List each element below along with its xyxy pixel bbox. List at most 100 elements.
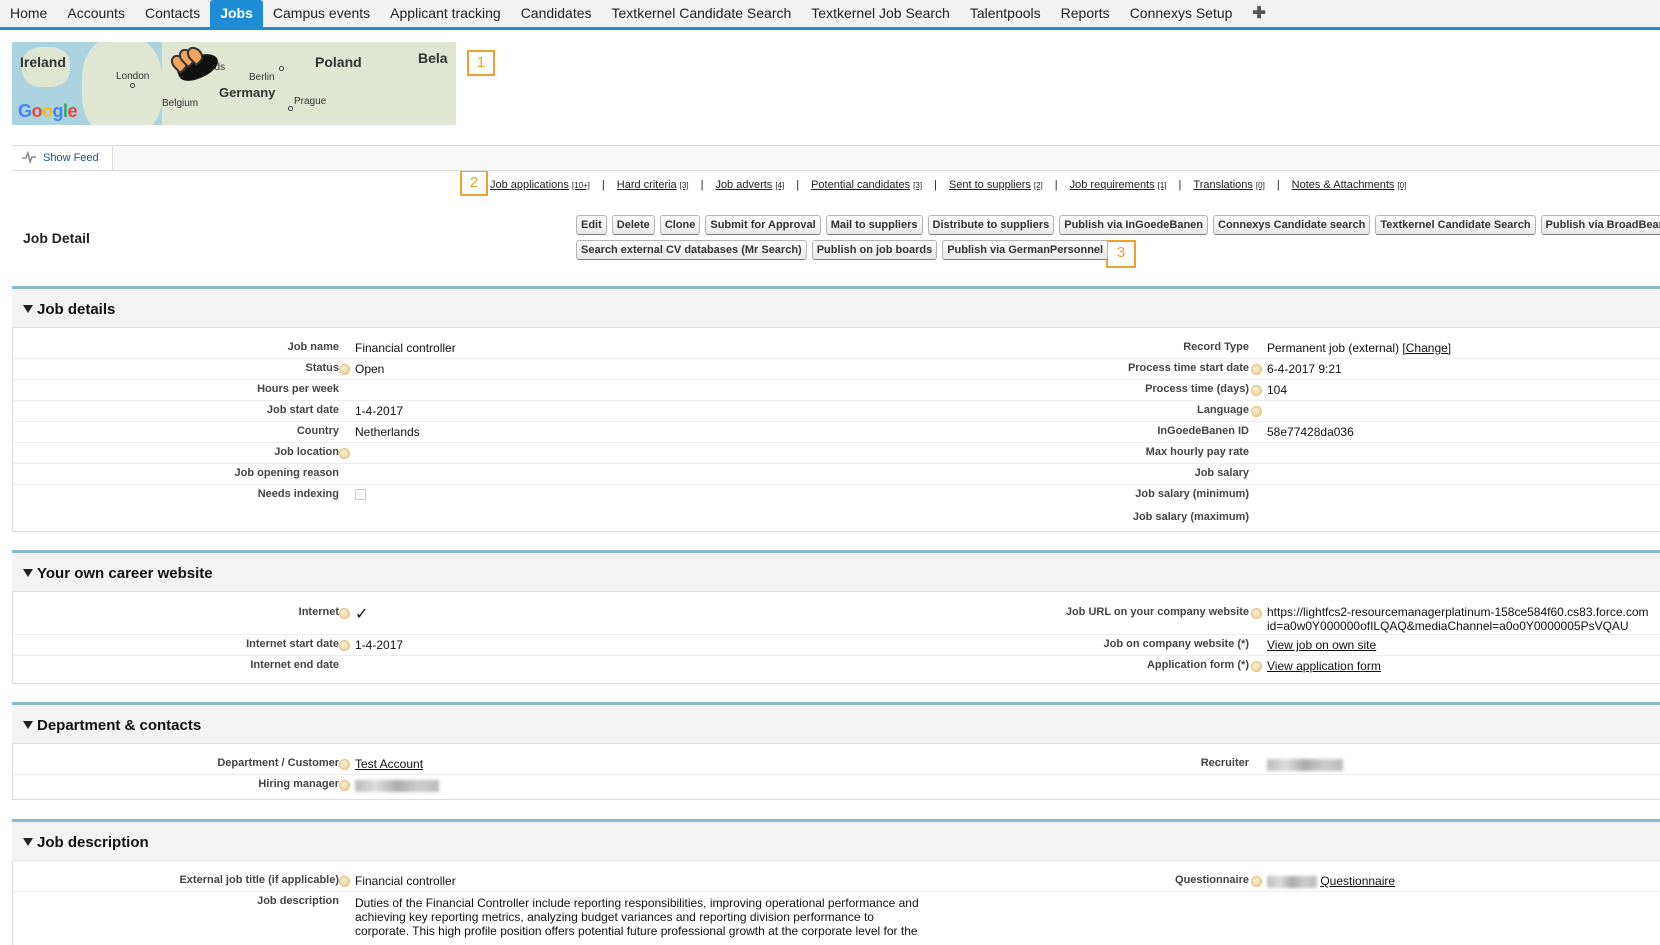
- help-icon[interactable]: [339, 780, 350, 791]
- tab-candidates[interactable]: Candidates: [511, 0, 602, 27]
- help-icon[interactable]: [339, 640, 350, 651]
- field-label: Job opening reason: [234, 467, 339, 479]
- publish-via-germanpersonnel-button[interactable]: Publish via GermanPersonnel: [942, 240, 1109, 260]
- help-icon[interactable]: [1251, 608, 1262, 619]
- related-link-potential-candidates[interactable]: Potential candidates [3]: [811, 179, 922, 191]
- map-label-berlin: Berlin: [249, 72, 275, 83]
- help-icon[interactable]: [339, 448, 350, 459]
- map-label-belgium: Belgium: [162, 98, 199, 109]
- tab-applicant-tracking[interactable]: Applicant tracking: [380, 0, 511, 27]
- tab-connexys-setup[interactable]: Connexys Setup: [1120, 0, 1243, 27]
- separator: |: [1276, 179, 1280, 191]
- google-logo: Google: [18, 101, 78, 121]
- external-job-title-value: Financial controller: [355, 874, 456, 888]
- prague-marker-icon: [288, 106, 293, 111]
- delete-button[interactable]: Delete: [611, 215, 655, 235]
- mail-to-suppliers-button[interactable]: Mail to suppliers: [825, 215, 923, 235]
- connexys-candidate-search-button[interactable]: Connexys Candidate search: [1213, 215, 1371, 235]
- section-department-header[interactable]: Department & contacts: [12, 702, 1660, 744]
- related-link-hard-criteria[interactable]: Hard criteria [3]: [617, 179, 689, 191]
- field-label: Job start date: [266, 404, 339, 416]
- department-customer-link[interactable]: Test Account: [355, 757, 423, 771]
- collapse-triangle-icon[interactable]: [23, 305, 33, 313]
- change-record-type-link[interactable]: [Change]: [1402, 341, 1451, 355]
- field-label: Job salary (maximum): [1132, 511, 1249, 523]
- field-label: Country: [296, 425, 339, 437]
- job-url-value: https://lightfcs2-resourcemanagerplatinu…: [1267, 605, 1649, 633]
- tab-reports[interactable]: Reports: [1051, 0, 1120, 27]
- tab-talentpools[interactable]: Talentpools: [960, 0, 1051, 27]
- section-title: Job details: [37, 301, 116, 318]
- callout-3: 3: [1106, 240, 1136, 268]
- field-label: Hiring manager: [258, 778, 339, 790]
- help-icon[interactable]: [1251, 364, 1262, 375]
- textkernel-candidate-search-button[interactable]: Textkernel Candidate Search: [1375, 215, 1536, 235]
- show-feed-button[interactable]: Show Feed: [12, 146, 113, 170]
- section-job-description-header[interactable]: Job description: [12, 819, 1660, 861]
- separator: |: [934, 179, 937, 191]
- section-job-details-header[interactable]: Job details: [12, 286, 1660, 328]
- help-icon[interactable]: [1251, 876, 1262, 887]
- search-external-cv-button[interactable]: Search external CV databases (Mr Search): [576, 240, 807, 260]
- publish-on-job-boards-button[interactable]: Publish on job boards: [811, 240, 938, 260]
- edit-button[interactable]: Edit: [576, 215, 607, 235]
- related-link-job-adverts[interactable]: Job adverts [4]: [715, 179, 784, 191]
- field-label: Recruiter: [1200, 757, 1249, 769]
- related-link-translations[interactable]: Translations [0]: [1193, 179, 1264, 191]
- collapse-triangle-icon[interactable]: [23, 721, 33, 729]
- job-description-text: Duties of the Financial Controller inclu…: [355, 896, 919, 938]
- help-icon[interactable]: [1251, 661, 1262, 672]
- field-label: Record Type: [1183, 341, 1249, 353]
- view-job-on-own-site-link[interactable]: View job on own site: [1267, 638, 1376, 652]
- related-link-sent-to-suppliers[interactable]: Sent to suppliers [2]: [949, 179, 1043, 191]
- field-label: Job description: [257, 895, 339, 907]
- help-icon[interactable]: [339, 759, 350, 770]
- field-label: Internet: [298, 606, 339, 618]
- field-label: Job location: [274, 446, 339, 458]
- tab-jobs[interactable]: Jobs: [210, 0, 263, 27]
- status-value: Open: [355, 362, 385, 376]
- clone-button[interactable]: Clone: [659, 215, 701, 235]
- job-start-date-value: 1-4-2017: [355, 404, 404, 418]
- action-buttons-row-2: Search external CV databases (Mr Search)…: [576, 240, 1109, 260]
- section-job-details-body: Job name Financial controller Record Typ…: [12, 328, 1660, 532]
- section-career-website-header[interactable]: Your own career website: [12, 550, 1660, 592]
- tab-accounts[interactable]: Accounts: [57, 0, 135, 27]
- related-link-notes-attachments[interactable]: Notes & Attachments [0]: [1292, 179, 1407, 191]
- help-icon[interactable]: [1251, 385, 1262, 396]
- view-application-form-link[interactable]: View application form: [1267, 659, 1381, 673]
- separator: |: [1054, 179, 1058, 191]
- help-icon[interactable]: [1251, 406, 1262, 417]
- questionnaire-link[interactable]: Questionnaire: [1320, 874, 1395, 888]
- separator: |: [1178, 179, 1182, 191]
- field-label: Status: [305, 362, 339, 374]
- tab-campus-events[interactable]: Campus events: [263, 0, 380, 27]
- job-location-map[interactable]: Ireland London Poland Berlin nds Germany…: [12, 42, 456, 125]
- tab-textkernel-job-search[interactable]: Textkernel Job Search: [801, 0, 960, 27]
- field-label: Needs indexing: [257, 488, 339, 500]
- recruiter-value-redacted: [1267, 757, 1343, 771]
- submit-for-approval-button[interactable]: Submit for Approval: [705, 215, 821, 235]
- field-label: Application form (*): [1146, 659, 1249, 671]
- country-value: Netherlands: [355, 425, 420, 439]
- help-icon[interactable]: [339, 608, 350, 619]
- tab-textkernel-candidate-search[interactable]: Textkernel Candidate Search: [602, 0, 802, 27]
- separator: |: [796, 179, 800, 191]
- help-icon[interactable]: [339, 364, 350, 375]
- publish-via-broadbean-button[interactable]: Publish via BroadBean: [1540, 215, 1660, 235]
- tab-home[interactable]: Home: [0, 0, 57, 27]
- distribute-to-suppliers-button[interactable]: Distribute to suppliers: [927, 215, 1055, 235]
- related-link-job-applications[interactable]: Job applications [10+]: [490, 179, 590, 191]
- tab-contacts[interactable]: Contacts: [135, 0, 210, 27]
- separator: |: [601, 179, 605, 191]
- publish-via-ingoedebanen-button[interactable]: Publish via InGoedeBanen: [1059, 215, 1209, 235]
- collapse-triangle-icon[interactable]: [23, 569, 33, 577]
- field-label: Job URL on your company website: [1065, 606, 1249, 618]
- needs-indexing-checkbox: [355, 489, 366, 503]
- field-label: External job title (if applicable): [179, 874, 339, 886]
- collapse-triangle-icon[interactable]: [23, 838, 33, 846]
- help-icon[interactable]: [339, 876, 350, 887]
- add-tab-plus-icon[interactable]: ✚: [1242, 0, 1275, 27]
- internet-checkmark-icon: ✓: [355, 606, 369, 623]
- related-link-job-requirements[interactable]: Job requirements [1]: [1070, 179, 1167, 191]
